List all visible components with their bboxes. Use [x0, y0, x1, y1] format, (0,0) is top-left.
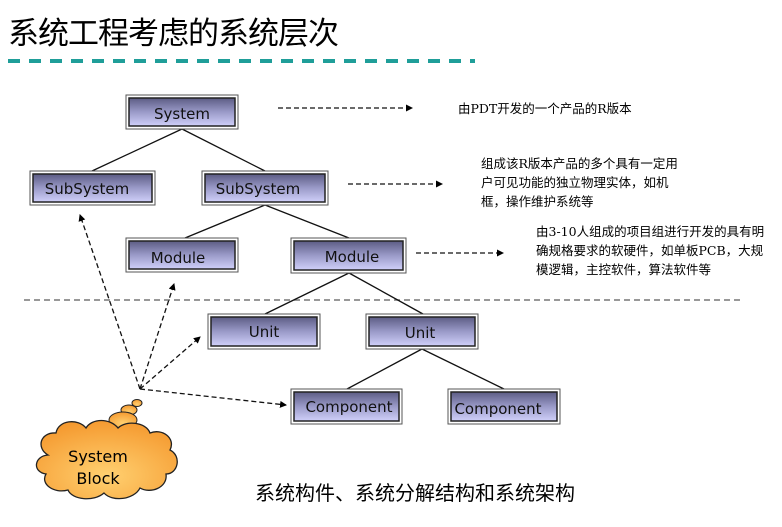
diagram-caption: 系统构件、系统分解结构和系统架构	[255, 481, 575, 505]
node-subsystem-left[interactable]: SubSystem	[29, 170, 156, 206]
note-module: 由3-10人组成的项目组进行开发的具有明确规格要求的软硬件，如单板PCB，大规模…	[536, 224, 765, 277]
node-system[interactable]: System	[125, 94, 239, 130]
node-subsystem-right-label: SubSystem	[216, 180, 301, 198]
node-component-right-label: Component	[454, 400, 541, 418]
node-module-right-label: Module	[325, 248, 380, 266]
node-unit-left-label: Unit	[249, 323, 280, 341]
arrow-to-component	[139, 388, 287, 408]
node-unit-left[interactable]: Unit	[207, 313, 321, 350]
node-module-left-label: Module	[151, 249, 206, 267]
cloud-label-line2: Block	[76, 469, 120, 488]
node-component-right[interactable]: Component	[447, 388, 561, 425]
node-subsystem-left-label: SubSystem	[45, 180, 130, 198]
node-module-right[interactable]: Module	[290, 237, 407, 274]
node-system-label: System	[154, 105, 210, 123]
note-subsystem: 组成该R版本产品的多个具有一定用户可见功能的独立物理实体，如机框，操作维护系统等	[481, 156, 678, 209]
system-block-cloud[interactable]: System Block	[35, 399, 178, 500]
note-system: 由PDT开发的一个产品的R版本	[458, 101, 632, 116]
cloud-label-line1: System	[68, 447, 128, 466]
node-component-left[interactable]: Component	[290, 388, 403, 425]
node-module-left[interactable]: Module	[125, 237, 239, 273]
node-subsystem-right[interactable]: SubSystem	[201, 170, 329, 206]
node-unit-right-label: Unit	[405, 324, 436, 342]
node-component-left-label: Component	[305, 398, 392, 416]
node-unit-right[interactable]: Unit	[365, 313, 479, 350]
